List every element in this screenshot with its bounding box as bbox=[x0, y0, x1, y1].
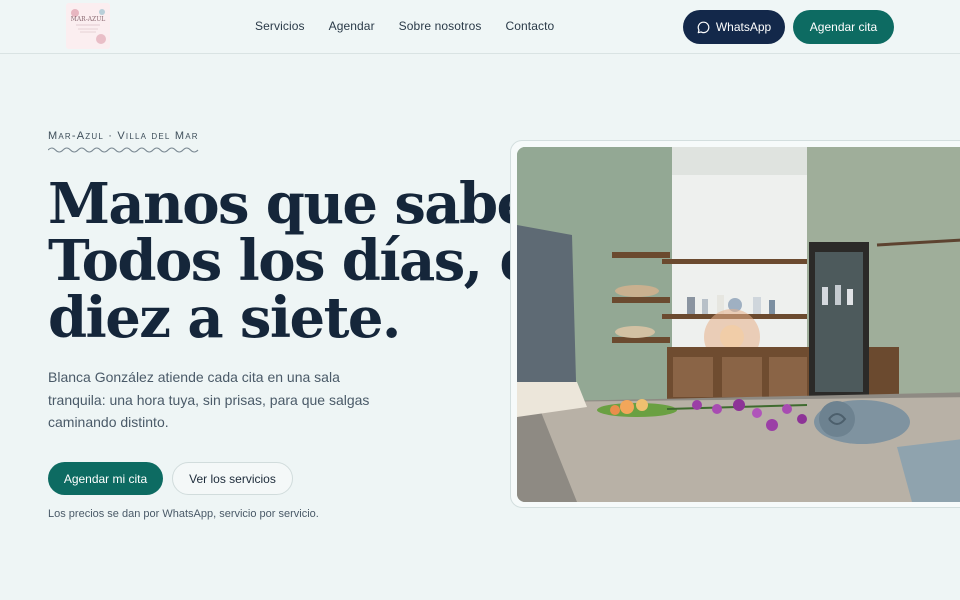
nav-link-sobre-nosotros[interactable]: Sobre nosotros bbox=[399, 19, 482, 33]
whatsapp-button[interactable]: WhatsApp bbox=[683, 10, 785, 44]
hero-photo bbox=[517, 147, 960, 502]
logo[interactable]: MAR-AZUL bbox=[66, 3, 110, 49]
headline-line-3: diez a siete. bbox=[48, 285, 401, 351]
top-nav: MAR-AZUL Servicios Agendar Sobre nosotro… bbox=[0, 0, 960, 54]
hero-eyebrow: Mar-Azul · Villa del Mar bbox=[48, 130, 199, 142]
hero-headline: Manos que saben. Todos los días, de diez… bbox=[48, 171, 589, 351]
pricing-note: Los precios se dan por WhatsApp, servici… bbox=[48, 508, 319, 520]
agendar-mi-cita-button[interactable]: Agendar mi cita bbox=[48, 462, 163, 495]
svg-text:MAR-AZUL: MAR-AZUL bbox=[71, 16, 106, 23]
agendar-cita-button[interactable]: Agendar cita bbox=[793, 10, 894, 44]
nav-links: Servicios Agendar Sobre nosotros Contact… bbox=[255, 19, 554, 33]
whatsapp-button-label: WhatsApp bbox=[715, 20, 772, 34]
ver-servicios-button[interactable]: Ver los servicios bbox=[172, 462, 293, 495]
headline-line-2: Todos los días, de bbox=[48, 228, 573, 294]
nav-link-agendar[interactable]: Agendar bbox=[329, 19, 375, 33]
logo-seal-icon: MAR-AZUL bbox=[66, 3, 110, 49]
massage-room-image bbox=[517, 147, 960, 502]
nav-link-servicios[interactable]: Servicios bbox=[255, 19, 305, 33]
headline-line-1: Manos que saben. bbox=[48, 171, 589, 237]
wave-divider-icon bbox=[48, 147, 199, 153]
nav-link-contacto[interactable]: Contacto bbox=[505, 19, 554, 33]
chat-bubble-icon bbox=[697, 21, 710, 33]
hero-lead: Blanca González atiende cada cita en una… bbox=[48, 369, 370, 430]
